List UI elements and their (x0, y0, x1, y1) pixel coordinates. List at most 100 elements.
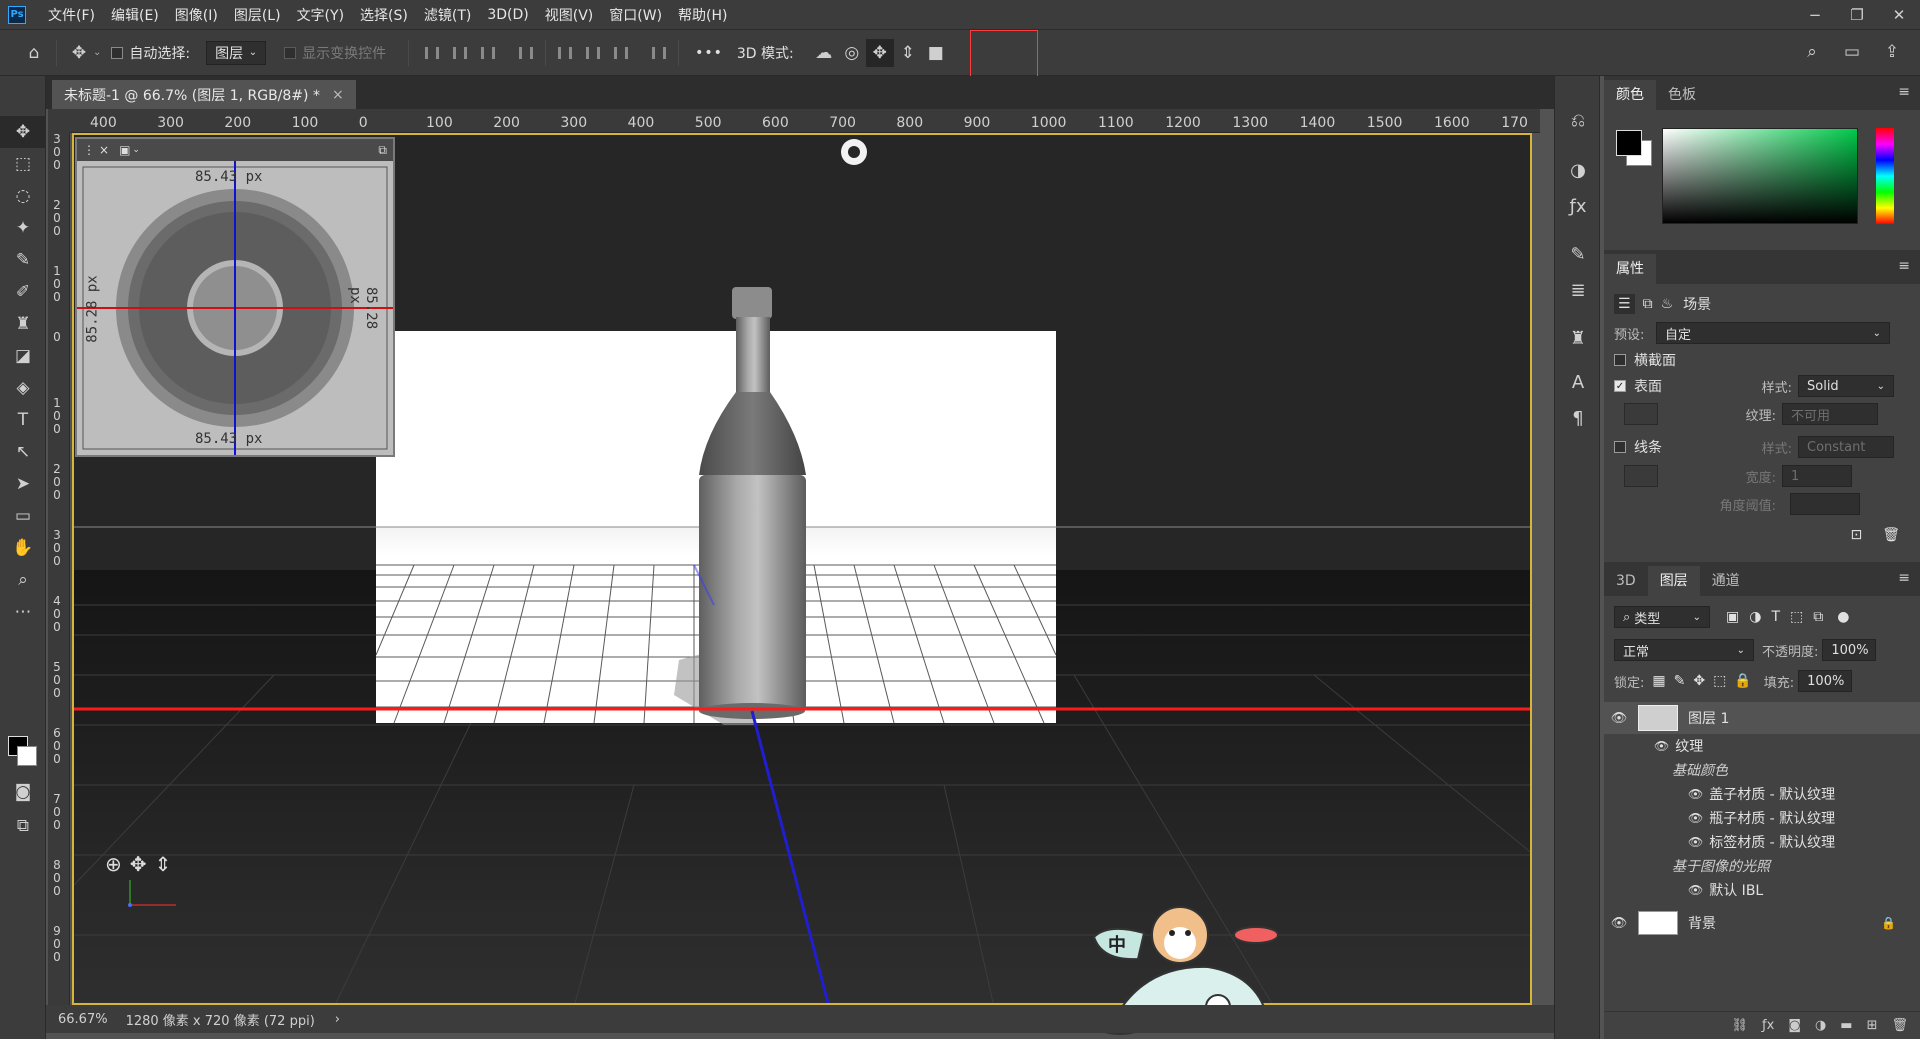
close-button[interactable]: ✕ (1878, 0, 1920, 30)
restore-button[interactable]: ❐ (1836, 0, 1878, 30)
tab-layers[interactable]: 图层 (1647, 566, 1700, 596)
clone-source-icon[interactable]: ♜ (1555, 320, 1601, 356)
magic-wand-icon[interactable]: ✦ (0, 212, 46, 244)
surface-color-swatch[interactable] (1624, 403, 1658, 425)
visibility-eye-icon[interactable]: 👁 (1688, 883, 1703, 897)
scene-icon[interactable]: ☰ (1614, 294, 1635, 314)
layer-row[interactable]: 👁 背景 🔒 (1604, 906, 1920, 940)
filter-type-icon[interactable]: T (1771, 609, 1780, 625)
status-menu-arrow[interactable]: › (335, 1012, 340, 1027)
menu-filter[interactable]: 滤镜(T) (416, 5, 479, 25)
lock-position-icon[interactable]: ✥ (1693, 673, 1705, 689)
vertical-ruler[interactable]: 300 200 100 0 100 200 300 400 500 600 700 800 900 (48, 133, 70, 1013)
layer-filter-dropdown[interactable]: ⌕ 类型 ⌄ (1614, 606, 1710, 628)
align-hcenter-icon[interactable] (449, 43, 471, 63)
pan-cross-icon[interactable]: ✥ (130, 852, 147, 876)
lock-all-icon[interactable]: 🔒 (1734, 673, 1751, 689)
paragraph-icon[interactable]: ¶ (1555, 400, 1601, 436)
close-icon[interactable]: × (332, 87, 344, 103)
view-menu-icon[interactable]: ▣ (119, 143, 130, 157)
new-layer-icon[interactable]: ⊞ (1867, 1018, 1878, 1033)
distribute-vertical-icon[interactable] (648, 43, 670, 63)
direct-select-icon[interactable]: ➤ (0, 468, 46, 500)
show-transform-checkbox[interactable] (284, 46, 297, 59)
visibility-eye-icon[interactable]: 👁 (1688, 835, 1703, 849)
hand-tool-icon[interactable]: ✋ (0, 532, 46, 564)
type-tool-icon[interactable]: T (0, 404, 46, 436)
rectangle-tool-icon[interactable]: ▭ (0, 500, 46, 532)
paint-bucket-icon[interactable]: ◈ (0, 372, 46, 404)
search-icon[interactable]: ⌕ (1798, 38, 1826, 66)
filter-shape-icon[interactable]: ⬚ (1790, 609, 1803, 625)
align-left-icon[interactable] (421, 43, 443, 63)
texture-row[interactable]: 👁 盖子材质 - 默认纹理 (1604, 782, 1920, 806)
color-foreground[interactable] (1616, 130, 1642, 156)
preset-dropdown[interactable]: 自定 ⌄ (1656, 322, 1890, 344)
color-field[interactable] (1662, 128, 1858, 224)
secondary-view[interactable]: ⋮ × ▣ ⌄ ⧉ 85.43 px 85.43 px 85.28 px 85.… (75, 137, 395, 457)
grip-icon[interactable]: ⋮ (83, 143, 95, 157)
minimize-button[interactable]: − (1794, 0, 1836, 30)
camera-3d-icon[interactable]: ■ (922, 39, 950, 67)
render-icon[interactable]: ⊡ (1850, 527, 1862, 543)
history-icon[interactable]: ⎌ (1555, 102, 1601, 138)
horizontal-ruler[interactable]: 400 300 200 100 0 100 200 300 400 500 600 700 800 900… (70, 109, 1540, 133)
menu-layer[interactable]: 图层(L) (226, 5, 289, 25)
swap-view-icon[interactable]: ⧉ (378, 143, 387, 158)
styles-fx-icon[interactable]: ƒx (1555, 188, 1601, 224)
tab-swatches[interactable]: 色板 (1656, 80, 1708, 110)
layer-name[interactable]: 图层 1 (1688, 708, 1729, 728)
filter-adjust-icon[interactable]: ◑ (1749, 609, 1761, 625)
layer-row[interactable]: 👁 图层 1 (1604, 702, 1920, 734)
roll-3d-icon[interactable]: ◎ (838, 39, 866, 67)
visibility-eye-icon[interactable]: 👁 (1688, 787, 1703, 801)
menu-select[interactable]: 选择(S) (352, 5, 416, 25)
align-bottom-icon[interactable] (610, 43, 632, 63)
auto-select-checkbox[interactable] (111, 46, 124, 59)
align-right-icon[interactable] (477, 43, 499, 63)
slide-3d-icon[interactable]: ⇕ (894, 39, 922, 67)
surface-checkbox[interactable]: ✓ (1614, 380, 1626, 392)
zoom-level[interactable]: 66.67% (58, 1012, 108, 1027)
delete-icon[interactable]: 🗑 (1891, 1018, 1908, 1033)
tab-properties[interactable]: 属性 (1604, 254, 1656, 284)
eyedropper-icon[interactable]: ✎ (0, 244, 46, 276)
dolly-icon[interactable]: ⇕ (155, 852, 172, 876)
texture-row[interactable]: 👁 默认 IBL (1604, 878, 1920, 902)
lock-artboard-icon[interactable]: ⬚ (1713, 673, 1726, 689)
menu-view[interactable]: 视图(V) (537, 5, 602, 25)
stamp-tool-icon[interactable]: ♜ (0, 308, 46, 340)
brushes-icon[interactable]: ≣ (1555, 272, 1601, 308)
menu-edit[interactable]: 编辑(E) (103, 5, 167, 25)
menu-window[interactable]: 窗口(W) (601, 5, 670, 25)
zoom-tool-icon[interactable]: ⌕ (0, 564, 46, 596)
link-icon[interactable]: ⛓ (1732, 1018, 1749, 1033)
texture-row[interactable]: 👁 标签材质 - 默认纹理 (1604, 830, 1920, 854)
workspace-icon[interactable]: ▭ (1838, 38, 1866, 66)
panel-menu-icon[interactable]: ≡ (1898, 570, 1910, 586)
menu-help[interactable]: 帮助(H) (670, 5, 735, 25)
panel-menu-icon[interactable]: ≡ (1898, 258, 1910, 274)
drag-3d-icon[interactable]: ✥ (865, 38, 894, 67)
filter-toggle-icon[interactable]: ● (1837, 609, 1849, 625)
hue-slider[interactable] (1876, 128, 1894, 224)
tab-channels[interactable]: 通道 (1700, 566, 1752, 596)
chevron-down-icon[interactable]: ⌄ (93, 47, 101, 58)
filter-pixel-icon[interactable]: ▣ (1726, 609, 1739, 625)
orbit-globe-icon[interactable]: ⊕ (105, 852, 122, 876)
marquee-tool-icon[interactable]: ⬚ (0, 148, 46, 180)
tab-3d[interactable]: 3D (1604, 566, 1648, 596)
orbit-3d-icon[interactable]: ☁ (810, 39, 838, 67)
chevron-down-icon[interactable]: ⌄ (132, 145, 140, 155)
menu-type[interactable]: 文字(Y) (289, 5, 352, 25)
path-select-icon[interactable]: ↖ (0, 436, 46, 468)
menu-3d[interactable]: 3D(D) (479, 7, 536, 23)
surface-style-dropdown[interactable]: Solid ⌄ (1798, 375, 1894, 397)
texture-row[interactable]: 👁 瓶子材质 - 默认纹理 (1604, 806, 1920, 830)
auto-select-dropdown[interactable]: 图层 ⌄ (206, 40, 267, 65)
align-vcenter-icon[interactable] (582, 43, 604, 63)
lasso-tool-icon[interactable]: ◌ (0, 180, 46, 212)
fx-icon[interactable]: ƒx (1762, 1018, 1774, 1033)
visibility-eye-icon[interactable]: 👁 (1688, 811, 1703, 825)
visibility-eye-icon[interactable]: 👁 (1654, 739, 1669, 753)
